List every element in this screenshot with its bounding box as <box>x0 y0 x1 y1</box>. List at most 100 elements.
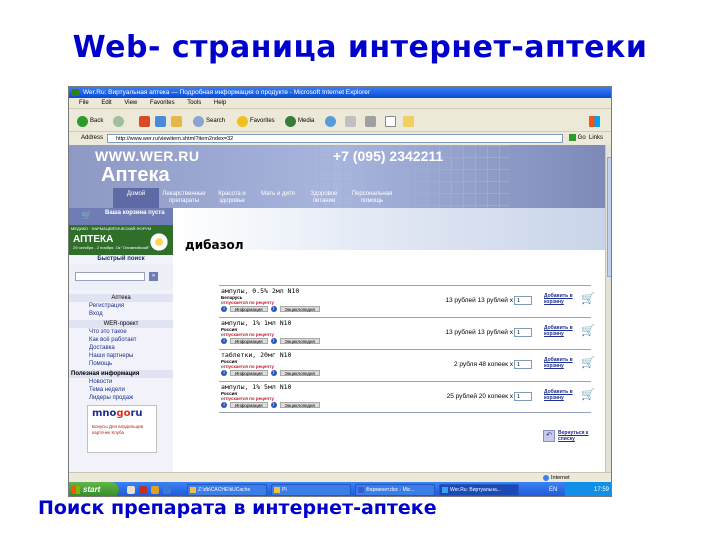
product-rx-note: отпускается по рецепту <box>221 364 274 369</box>
browser-screenshot: Wer.Ru: Виртуальная аптека — Подробная и… <box>68 86 612 497</box>
menu-edit[interactable]: Edit <box>101 100 111 106</box>
menu-view[interactable]: View <box>124 100 137 106</box>
product-links: i Информация i Энциклопедия <box>221 402 320 408</box>
product-form: ампулы, 1% 5мл N10 <box>221 383 292 391</box>
product-row: таблетки, 20мг N10 Россия отпускается по… <box>173 349 605 381</box>
add-to-cart-link[interactable]: Добавить в корзину <box>544 325 580 337</box>
quantity-input[interactable]: 1 <box>514 392 532 401</box>
quick-search-input[interactable] <box>75 272 145 281</box>
taskbar-item[interactable]: Фарминет.doc - Mic... <box>355 484 435 496</box>
link-delivery[interactable]: Доставка <box>89 345 115 352</box>
vertical-scrollbar[interactable] <box>605 145 611 472</box>
encyclopedia-button[interactable]: Энциклопедия <box>279 370 320 376</box>
menu-help[interactable]: Help <box>214 100 226 106</box>
back-to-list-link[interactable]: ↶ Вернуться к списку <box>543 430 592 442</box>
cart-icon: 🛒 <box>81 210 93 220</box>
link-what-is-it[interactable]: Что это такое <box>89 329 127 336</box>
link-how-it-works[interactable]: Как всё работает <box>89 337 136 344</box>
product-row: ампулы, 1% 1мл N10 Россия отпускается по… <box>173 317 605 349</box>
nav-home[interactable]: Домой <box>113 188 159 208</box>
search-button[interactable]: Search <box>193 115 225 127</box>
banner-top: МЕДИКО · ФАРМАЦЕВТИЧЕСКИЙ ФОРУМ <box>71 226 152 231</box>
product-rx-note: отпускается по рецепту <box>221 300 274 305</box>
link-news[interactable]: Новости <box>89 379 112 386</box>
stop-button[interactable] <box>139 115 150 127</box>
back-button[interactable]: Back <box>77 115 103 127</box>
link-registration[interactable]: Регистрация <box>89 303 124 310</box>
link-login[interactable]: Вход <box>89 311 103 318</box>
row-divider <box>219 349 591 350</box>
mnogo-banner[interactable]: mnogoru Бонусы Для владельцев карточек К… <box>87 405 157 453</box>
star-icon <box>237 115 248 127</box>
history-button[interactable] <box>325 115 336 127</box>
taskbar-item[interactable]: Z:\db\CACHE\tiUCache <box>187 484 267 496</box>
back-arrow-icon <box>77 115 88 127</box>
menu-file[interactable]: File <box>79 100 89 106</box>
scrollbar-thumb[interactable] <box>607 157 611 277</box>
cart-icon[interactable]: 🛒 <box>581 293 595 305</box>
language-indicator[interactable]: EN <box>549 482 557 496</box>
encyclopedia-button[interactable]: Энциклопедия <box>279 338 320 344</box>
favorites-button[interactable]: Favorites <box>237 115 275 127</box>
menu-favorites[interactable]: Favorites <box>150 100 175 106</box>
link-sales-leaders[interactable]: Лидеры продаж <box>89 395 133 402</box>
add-to-cart-link[interactable]: Добавить в корзину <box>544 357 580 369</box>
nav-medicines[interactable]: Лекарственные препараты <box>159 188 209 208</box>
site-nav: Домой Лекарственные препараты Красота и … <box>113 188 397 208</box>
nav-mother-child[interactable]: Мать и дитя <box>255 188 301 208</box>
cart-icon[interactable]: 🛒 <box>581 389 595 401</box>
info-button[interactable]: Информация <box>230 338 268 344</box>
quick-search-button[interactable]: » <box>149 272 158 281</box>
nav-healthy-food[interactable]: Здоровое питание <box>301 188 347 208</box>
section-apteka: Аптека <box>69 294 173 302</box>
link-partners[interactable]: Наши партнеры <box>89 353 133 360</box>
nav-beauty[interactable]: Красота и здоровье <box>209 188 255 208</box>
product-title: дибазол <box>185 238 244 252</box>
quantity-input[interactable]: 1 <box>514 360 532 369</box>
folder-button[interactable] <box>403 115 414 127</box>
info-button[interactable]: Информация <box>230 306 268 312</box>
taskbar-item[interactable]: PI <box>271 484 351 496</box>
link-help[interactable]: Помощь <box>89 361 112 368</box>
taskbar-item-active[interactable]: Wer.Ru: Виртуальна... <box>439 484 519 496</box>
info-button[interactable]: Информация <box>230 370 268 376</box>
ie-icon[interactable] <box>163 486 171 494</box>
row-divider <box>219 285 591 286</box>
product-price: 2 рубля 48 копеек x <box>453 361 513 368</box>
media-button[interactable]: Media <box>285 115 314 127</box>
site-logo: Аптека <box>101 164 170 186</box>
info-button[interactable]: Информация <box>230 402 268 408</box>
add-to-cart-link[interactable]: Добавить в корзину <box>544 293 580 305</box>
mail-button[interactable] <box>345 115 356 127</box>
printer-icon <box>365 115 376 127</box>
add-to-cart-link[interactable]: Добавить в корзину <box>544 389 580 401</box>
quantity-input[interactable]: 1 <box>514 296 532 305</box>
cart-status[interactable]: 🛒 Ваша корзина пуста <box>69 208 173 225</box>
go-button[interactable]: Go <box>569 133 586 144</box>
nav-personal-help[interactable]: Персональная помощь <box>347 188 397 208</box>
encyclopedia-button[interactable]: Энциклопедия <box>279 402 320 408</box>
home-button[interactable] <box>171 115 182 127</box>
cart-icon[interactable]: 🛒 <box>581 325 595 337</box>
refresh-button[interactable] <box>155 115 166 127</box>
address-input[interactable]: http://www.wer.ru/viewitem.shtml?item2nd… <box>107 134 563 143</box>
encyclopedia-button[interactable]: Энциклопедия <box>279 306 320 312</box>
cart-icon[interactable]: 🛒 <box>581 357 595 369</box>
edit-button[interactable] <box>385 115 396 127</box>
forward-button[interactable] <box>113 115 124 127</box>
info-icon: i <box>221 338 227 344</box>
links-button[interactable]: Links <box>589 132 603 145</box>
info-icon: i <box>221 402 227 408</box>
forum-banner[interactable]: МЕДИКО · ФАРМАЦЕВТИЧЕСКИЙ ФОРУМ АПТЕКА 2… <box>69 225 173 255</box>
product-price: 13 рублей 13 рублей x <box>445 329 513 336</box>
start-button[interactable]: start <box>69 482 119 496</box>
row-divider <box>219 381 591 382</box>
quantity-input[interactable]: 1 <box>514 328 532 337</box>
quicklaunch-icon[interactable] <box>139 486 147 494</box>
print-button[interactable] <box>365 115 376 127</box>
mail-icon <box>345 115 356 127</box>
menu-tools[interactable]: Tools <box>187 100 201 106</box>
desktop-icon[interactable] <box>127 486 135 494</box>
quicklaunch-icon[interactable] <box>151 486 159 494</box>
link-topic-week[interactable]: Тема недели <box>89 387 125 394</box>
